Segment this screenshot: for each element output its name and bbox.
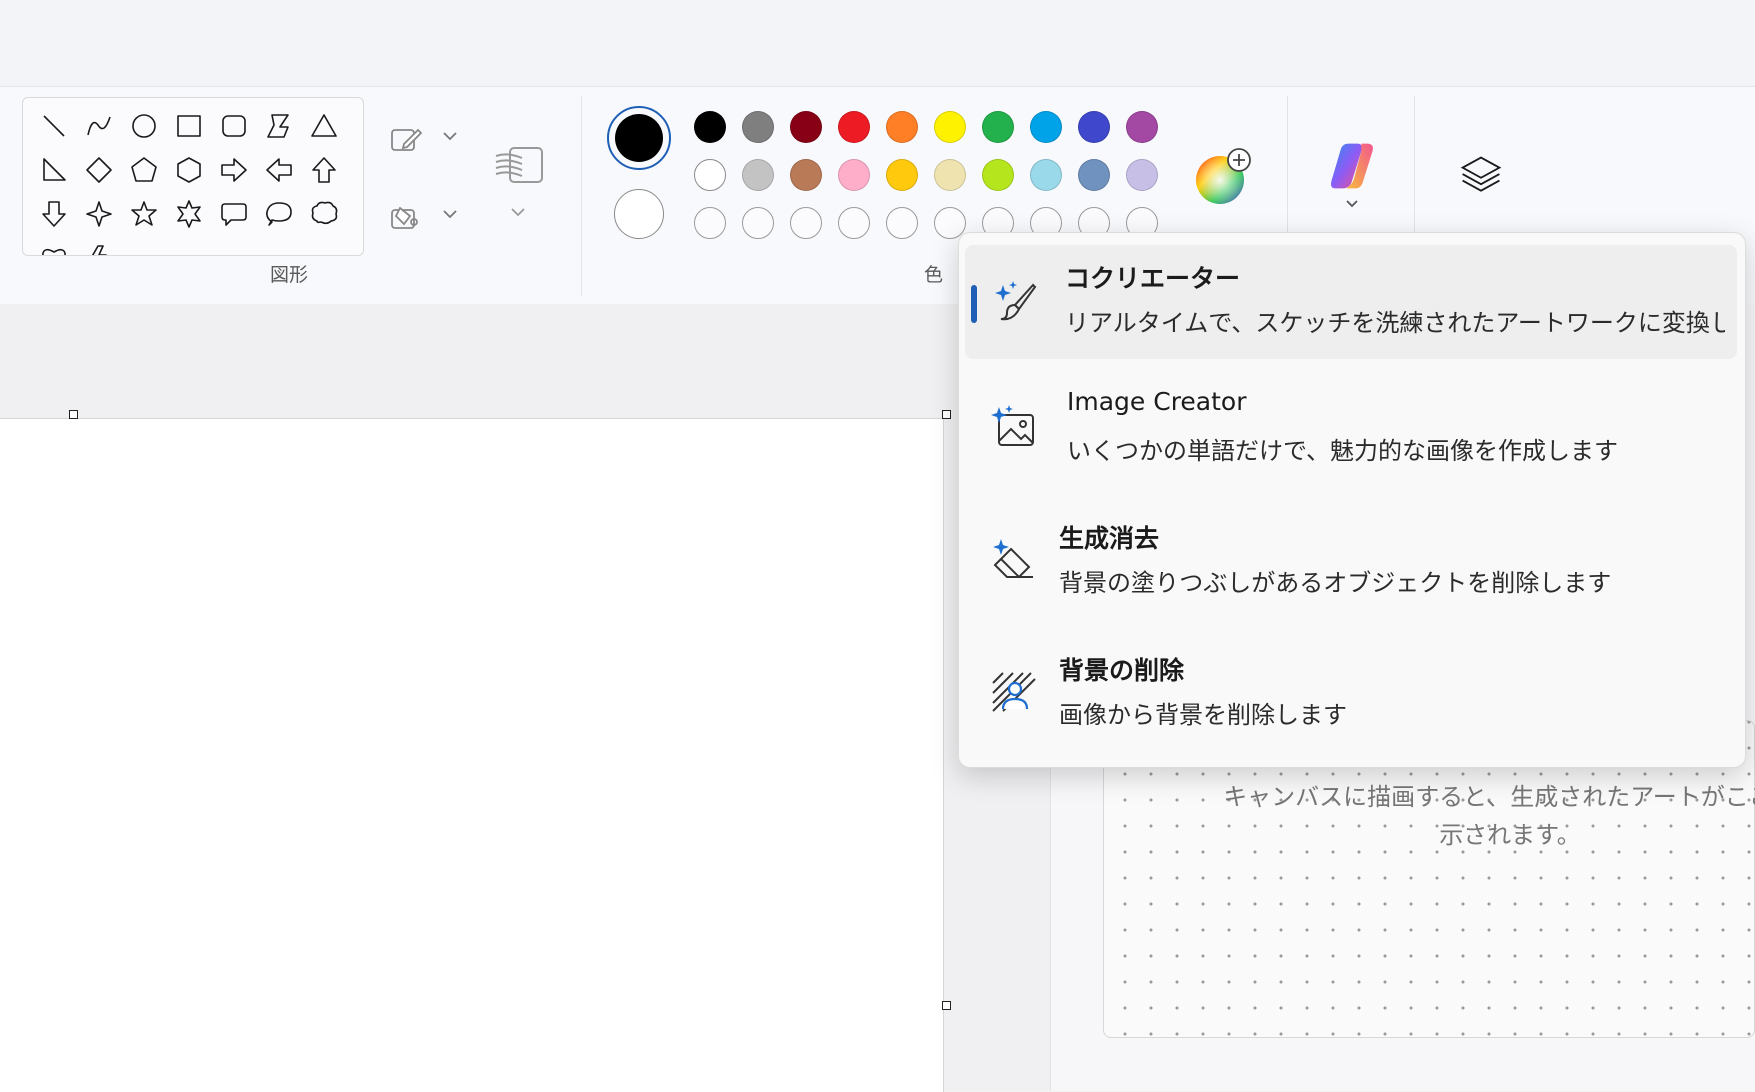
- up-arrow-icon[interactable]: [302, 148, 346, 192]
- menu-item-generative-erase[interactable]: 生成消去 背景の塗りつぶしがあるオブジェクトを削除します: [965, 509, 1737, 623]
- pencil-outline-icon: [391, 128, 423, 151]
- menu-item-title: 背景の削除: [1059, 656, 1185, 685]
- diamond-icon[interactable]: [77, 148, 121, 192]
- menu-item-title: Image Creator: [1067, 387, 1247, 416]
- edit-colors-button[interactable]: [1194, 146, 1256, 208]
- colors-group-label: 色: [924, 264, 944, 286]
- color-swatch[interactable]: [934, 111, 966, 143]
- oval-callout-icon[interactable]: [257, 192, 301, 236]
- copilot-icon: [1331, 143, 1373, 189]
- menu-item-title: 生成消去: [1059, 524, 1160, 553]
- hexagon-icon[interactable]: [167, 148, 211, 192]
- secondary-color-button[interactable]: [614, 189, 664, 239]
- pentagon-icon[interactable]: [122, 148, 166, 192]
- custom-color-slot[interactable]: [838, 207, 870, 239]
- triangle-icon[interactable]: [302, 104, 346, 148]
- canvas-resize-handle[interactable]: [942, 1001, 951, 1010]
- color-swatch[interactable]: [982, 159, 1014, 191]
- copilot-menu: コクリエーター リアルタイムで、スケッチを洗練されたアートワークに変換し... …: [958, 232, 1746, 768]
- menu-item-cocreator[interactable]: コクリエーター リアルタイムで、スケッチを洗練されたアートワークに変換し...: [965, 245, 1737, 359]
- color-swatch[interactable]: [934, 159, 966, 191]
- right-triangle-icon[interactable]: [32, 148, 76, 192]
- ribbon-separator: [1287, 96, 1288, 236]
- color-swatch[interactable]: [1078, 159, 1110, 191]
- chevron-down-icon[interactable]: [509, 203, 527, 225]
- drawing-canvas[interactable]: [0, 418, 944, 1092]
- color-swatch[interactable]: [886, 111, 918, 143]
- menu-item-remove-background[interactable]: 背景の削除 画像から背景を削除します: [965, 641, 1737, 755]
- five-point-star-icon[interactable]: [122, 192, 166, 236]
- color-swatch[interactable]: [1126, 159, 1158, 191]
- custom-color-slot[interactable]: [790, 207, 822, 239]
- custom-color-slot[interactable]: [742, 207, 774, 239]
- hint-line-1: キャンバスに描画すると、生成されたアートがここに: [1223, 783, 1755, 811]
- canvas-resize-handle[interactable]: [69, 410, 78, 419]
- menu-item-description: リアルタイムで、スケッチを洗練されたアートワークに変換し...: [1065, 309, 1725, 337]
- color-swatch[interactable]: [1030, 111, 1062, 143]
- hint-line-2: 示されます。: [1439, 821, 1581, 849]
- down-arrow-icon[interactable]: [32, 192, 76, 236]
- color-swatch[interactable]: [694, 159, 726, 191]
- color-wheel-icon: [1196, 148, 1251, 204]
- color-swatch[interactable]: [886, 159, 918, 191]
- menu-item-description: 画像から背景を削除します: [1059, 701, 1347, 729]
- color-swatch[interactable]: [742, 111, 774, 143]
- custom-color-slot[interactable]: [886, 207, 918, 239]
- generative-erase-icon: [989, 535, 1039, 585]
- primary-color-button[interactable]: [607, 106, 671, 170]
- shapes-group-label: 図形: [270, 264, 309, 286]
- oval-icon[interactable]: [122, 104, 166, 148]
- layers-icon: [1460, 156, 1502, 192]
- menu-item-description: いくつかの単語だけで、魅力的な画像を作成します: [1067, 437, 1619, 465]
- generated-art-hint: キャンバスに描画すると、生成されたアートがここに 示されます。: [1210, 778, 1755, 854]
- line-icon[interactable]: [32, 104, 76, 148]
- rectangle-icon[interactable]: [167, 104, 211, 148]
- color-swatch[interactable]: [1030, 159, 1062, 191]
- canvas-resize-handle[interactable]: [942, 410, 951, 419]
- polygon-icon[interactable]: [257, 104, 301, 148]
- fill-bucket-icon: [391, 206, 418, 229]
- color-swatch[interactable]: [838, 111, 870, 143]
- chevron-down-icon[interactable]: [441, 205, 459, 227]
- color-swatch[interactable]: [1078, 111, 1110, 143]
- layers-button[interactable]: [1456, 150, 1506, 200]
- rounded-callout-icon[interactable]: [212, 192, 256, 236]
- custom-color-slot[interactable]: [694, 207, 726, 239]
- menu-item-description: 背景の塗りつぶしがあるオブジェクトを削除します: [1059, 569, 1612, 597]
- stroke-size-icon: [495, 147, 543, 183]
- cocreator-brush-icon: [989, 275, 1039, 325]
- color-swatch[interactable]: [838, 159, 870, 191]
- menu-item-image-creator[interactable]: Image Creator いくつかの単語だけで、魅力的な画像を作成します: [965, 377, 1737, 491]
- chevron-down-icon[interactable]: [1343, 195, 1361, 217]
- right-arrow-icon[interactable]: [212, 148, 256, 192]
- image-creator-icon: [989, 403, 1039, 453]
- left-arrow-icon[interactable]: [257, 148, 301, 192]
- curve-icon[interactable]: [77, 104, 121, 148]
- ribbon-separator: [581, 96, 582, 296]
- heart-icon[interactable]: [32, 236, 76, 255]
- color-swatch[interactable]: [790, 111, 822, 143]
- shape-outline-button[interactable]: [384, 118, 428, 162]
- copilot-button[interactable]: [1322, 136, 1382, 196]
- color-swatch[interactable]: [694, 111, 726, 143]
- primary-color-swatch: [615, 114, 663, 162]
- menu-item-title: コクリエーター: [1065, 264, 1241, 293]
- stroke-size-button[interactable]: [492, 140, 548, 190]
- lightning-icon[interactable]: [77, 236, 121, 255]
- shape-fill-button[interactable]: [384, 196, 428, 240]
- ribbon-separator: [1414, 96, 1415, 236]
- color-swatch[interactable]: [742, 159, 774, 191]
- six-point-star-icon[interactable]: [167, 192, 211, 236]
- title-bar-area: [0, 0, 1755, 86]
- color-swatch[interactable]: [982, 111, 1014, 143]
- color-swatch[interactable]: [1126, 111, 1158, 143]
- color-swatch[interactable]: [790, 159, 822, 191]
- chevron-down-icon[interactable]: [441, 127, 459, 149]
- shapes-gallery[interactable]: [22, 97, 364, 256]
- remove-background-icon: [989, 667, 1039, 717]
- four-point-star-icon[interactable]: [77, 192, 121, 236]
- rounded-rectangle-icon[interactable]: [212, 104, 256, 148]
- selection-indicator: [971, 285, 977, 323]
- cloud-callout-icon[interactable]: [302, 192, 346, 236]
